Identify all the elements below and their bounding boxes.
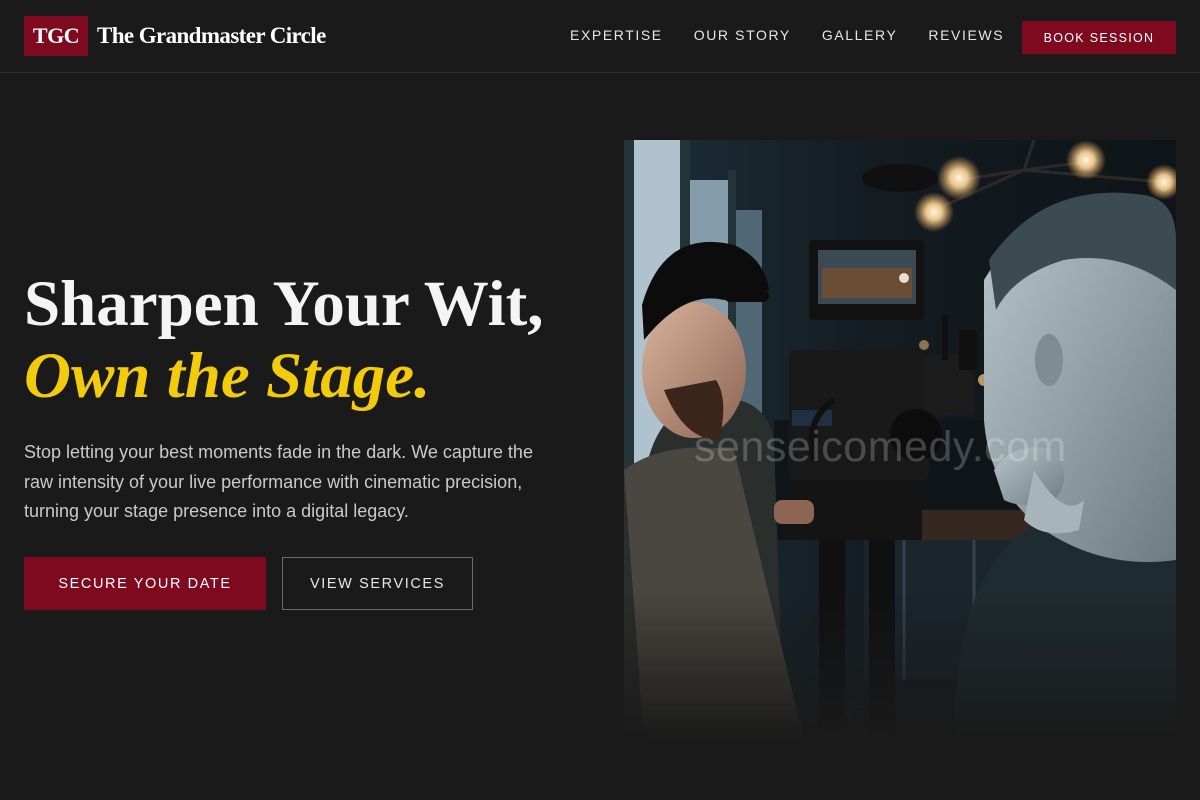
nav-link-gallery[interactable]: GALLERY (822, 27, 898, 43)
view-services-button[interactable]: VIEW SERVICES (282, 557, 473, 610)
hero-headline: Sharpen Your Wit, Own the Stage. (24, 268, 544, 412)
book-session-button[interactable]: BOOK SESSION (1022, 21, 1176, 54)
hero-subtext: Stop letting your best moments fade in t… (24, 442, 533, 521)
nav-link-reviews[interactable]: REVIEWS (928, 27, 1004, 43)
nav-link-our-story[interactable]: OUR STORY (694, 27, 791, 43)
logo-text: The Grandmaster Circle (97, 23, 326, 48)
logo-badge: TGC (24, 16, 88, 56)
camera-operator-illustration (624, 140, 1176, 740)
site-header: TGC The Grandmaster Circle EXPERTISE OUR… (0, 0, 1200, 73)
main-nav: EXPERTISE OUR STORY GALLERY REVIEWS (570, 27, 1035, 43)
hero-photo: senseicomedy.com (624, 140, 1176, 740)
secure-your-date-button[interactable]: SECURE YOUR DATE (24, 557, 266, 610)
headline-line-1: Sharpen Your Wit, (24, 268, 544, 340)
headline-line-2: Own the Stage. (24, 340, 431, 412)
nav-link-expertise[interactable]: EXPERTISE (570, 27, 663, 43)
logo[interactable]: TGC The Grandmaster Circle (24, 16, 326, 56)
